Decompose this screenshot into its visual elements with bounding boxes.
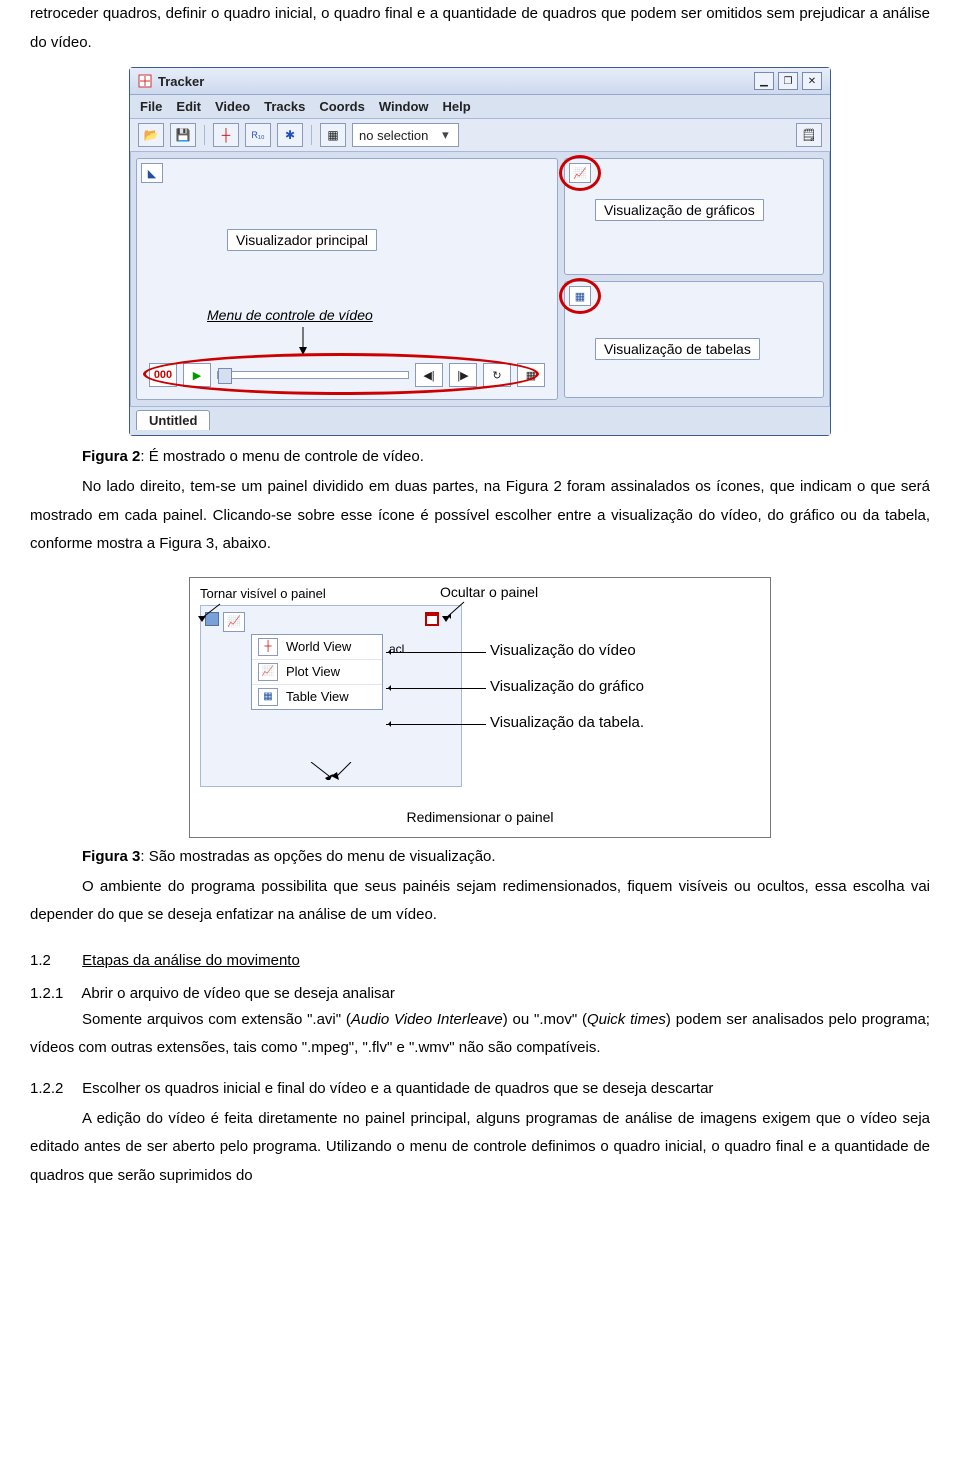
- menu-item-plot-view[interactable]: 📈 Plot View: [252, 660, 382, 685]
- menu-file[interactable]: File: [140, 99, 162, 114]
- menu-coords[interactable]: Coords: [319, 99, 365, 114]
- maximize-panel-icon[interactable]: [425, 612, 439, 626]
- figure-3-caption-text: : São mostradas as opções do menu de vis…: [140, 848, 495, 865]
- graph-view-annotation: Visualização do gráfico: [490, 678, 644, 695]
- intro-paragraph: retroceder quadros, definir o quadro ini…: [30, 0, 930, 57]
- paragraph-after-fig3: O ambiente do programa possibilita que s…: [30, 873, 930, 930]
- panel-mode-icon[interactable]: 📈: [223, 612, 245, 632]
- highlight-oval: [143, 353, 539, 395]
- arrow-icon: [196, 602, 226, 622]
- section-1-2-2-body: A edição do vídeo é feita diretamente no…: [30, 1105, 930, 1191]
- subsection-number: 1.2.1: [30, 985, 78, 1002]
- close-icon[interactable]: ✕: [802, 72, 822, 90]
- tracker-window: Tracker ▁ ❐ ✕ File Edit Video Tracks Coo…: [129, 67, 831, 436]
- text-italic: Audio Video Interleave: [351, 1011, 503, 1028]
- main-view-panel: ◣ Visualizador principal Menu de control…: [136, 158, 558, 400]
- menu-tracks[interactable]: Tracks: [264, 99, 305, 114]
- figure-3-caption: Figura 3: São mostradas as opções do men…: [30, 848, 930, 865]
- section-1-2-1-heading: 1.2.1 Abrir o arquivo de vídeo que se de…: [30, 985, 930, 1002]
- new-track-icon[interactable]: ✱: [277, 123, 303, 147]
- video-view-annotation: Visualização do vídeo: [490, 642, 636, 659]
- acl-label: acl: [389, 642, 404, 656]
- arrow-icon: [386, 652, 486, 653]
- menu-item-world-view[interactable]: ┼ World View: [252, 635, 382, 660]
- table-panel: ▦ Visualização de tabelas: [564, 281, 824, 398]
- axes-icon: ┼: [258, 638, 278, 656]
- section-1-2-heading: 1.2 Etapas da análise do movimento: [30, 952, 930, 969]
- track-combo[interactable]: no selection ▾: [352, 123, 459, 147]
- save-icon[interactable]: 💾: [170, 123, 196, 147]
- menu-video[interactable]: Video: [215, 99, 250, 114]
- menu-help[interactable]: Help: [443, 99, 471, 114]
- notes-icon[interactable]: 🗒: [796, 123, 822, 147]
- figure-3: Tornar visível o painel 📈 ┼ World View 📈…: [30, 577, 930, 838]
- app-title: Tracker: [158, 74, 204, 89]
- arrow-icon: [386, 724, 486, 725]
- highlight-circle: [559, 278, 601, 314]
- section-1-2-2-heading: 1.2.2 Escolher os quadros inicial e fina…: [30, 1077, 930, 1101]
- table-view-annotation: Visualização da tabela.: [490, 714, 644, 731]
- menu-item-label: Plot View: [286, 664, 340, 679]
- figure-2-caption: Figura 2: É mostrado o menu de controle …: [30, 448, 930, 465]
- fig3-panel-fragment: 📈 ┼ World View 📈 Plot View ▦ Table View …: [200, 605, 462, 787]
- highlight-circle: [559, 155, 601, 191]
- section-1-2-1-body: Somente arquivos com extensão ".avi" (Au…: [30, 1006, 930, 1063]
- plot-icon: 📈: [258, 663, 278, 681]
- figure-2-label: Figura 2: [82, 448, 140, 465]
- separator: [204, 125, 205, 145]
- r10-icon[interactable]: R₁₀: [245, 123, 271, 147]
- app-icon: [138, 74, 152, 88]
- figure-2: Tracker ▁ ❐ ✕ File Edit Video Tracks Coo…: [30, 67, 930, 436]
- figure-2-caption-text: : É mostrado o menu de controle de vídeo…: [140, 448, 424, 465]
- view-mode-icon[interactable]: ◣: [141, 163, 163, 183]
- graph-panel: 📈 Visualização de gráficos: [564, 158, 824, 275]
- toolbar: 📂 💾 ┼ R₁₀ ✱ ▦ no selection ▾ 🗒: [130, 119, 830, 152]
- menubar: File Edit Video Tracks Coords Window Hel…: [130, 95, 830, 119]
- minimize-icon[interactable]: ▁: [754, 72, 774, 90]
- view-menu: ┼ World View 📈 Plot View ▦ Table View: [251, 634, 383, 710]
- make-visible-annotation: Tornar visível o painel: [200, 586, 326, 601]
- tab-untitled[interactable]: Untitled: [136, 410, 210, 430]
- video-controls-annotation: Menu de controle de vídeo: [207, 307, 373, 323]
- arrow-icon: [386, 688, 486, 689]
- figure-3-label: Figura 3: [82, 848, 140, 865]
- resize-arrows-icon: [301, 762, 361, 780]
- open-icon[interactable]: 📂: [138, 123, 164, 147]
- zoom-icon[interactable]: ▦: [320, 123, 346, 147]
- menu-item-label: Table View: [286, 689, 349, 704]
- separator: [311, 125, 312, 145]
- axes-icon[interactable]: ┼: [213, 123, 239, 147]
- menu-edit[interactable]: Edit: [176, 99, 201, 114]
- table-icon: ▦: [258, 688, 278, 706]
- subsection-title: Escolher os quadros inicial e final do v…: [82, 1077, 928, 1101]
- titlebar: Tracker ▁ ❐ ✕: [130, 68, 830, 95]
- main-view-label: Visualizador principal: [227, 229, 377, 251]
- subsection-title: Abrir o arquivo de vídeo que se deseja a…: [81, 985, 395, 1002]
- table-panel-label: Visualização de tabelas: [595, 338, 760, 360]
- right-column: 📈 Visualização de gráficos ▦ Visualizaçã…: [564, 158, 824, 398]
- panel-area: ◣ Visualizador principal Menu de control…: [130, 152, 830, 406]
- arrow-icon: [442, 600, 472, 622]
- track-combo-value: no selection: [359, 128, 428, 143]
- text: ) ou ".mov" (: [503, 1011, 587, 1028]
- resize-annotation: Redimensionar o painel: [190, 809, 770, 825]
- menu-item-table-view[interactable]: ▦ Table View: [252, 685, 382, 709]
- hide-panel-annotation: Ocultar o painel: [440, 584, 538, 600]
- section-number: 1.2: [30, 952, 78, 969]
- subsection-number: 1.2.2: [30, 1077, 78, 1101]
- arrow-down-icon: [297, 327, 309, 355]
- section-title: Etapas da análise do movimento: [82, 952, 300, 969]
- text: Somente arquivos com extensão ".avi" (: [82, 1011, 351, 1028]
- menu-window[interactable]: Window: [379, 99, 429, 114]
- chevron-down-icon: ▾: [438, 127, 452, 143]
- text-italic: Quick times: [587, 1011, 666, 1028]
- menu-item-label: World View: [286, 639, 351, 654]
- maximize-icon[interactable]: ❐: [778, 72, 798, 90]
- paragraph-after-fig2: No lado direito, tem-se um painel dividi…: [30, 473, 930, 559]
- graph-panel-label: Visualização de gráficos: [595, 199, 764, 221]
- tabbar: Untitled: [130, 406, 830, 435]
